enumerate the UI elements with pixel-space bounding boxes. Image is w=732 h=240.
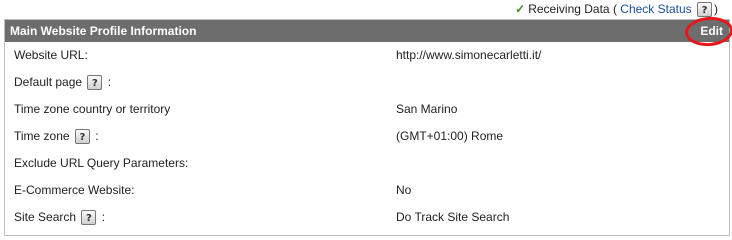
help-icon[interactable]: ?	[74, 129, 90, 145]
help-icon[interactable]: ?	[81, 210, 97, 226]
row-time-zone-country: Time zone country or territory San Marin…	[5, 96, 729, 123]
receiving-data-text: Receiving Data	[528, 2, 610, 16]
panel-header: Main Website Profile Information Edit	[5, 20, 729, 42]
time-zone-country-value: San Marino	[396, 102, 458, 116]
help-icon[interactable]: ?	[697, 2, 712, 18]
ecommerce-label: E-Commerce Website:	[14, 183, 135, 197]
exclude-query-params-label: Exclude URL Query Parameters:	[14, 156, 189, 170]
row-default-page: Default page ? :	[5, 69, 729, 96]
open-paren: (	[612, 2, 617, 16]
row-time-zone: Time zone ? : (GMT+01:00) Rome	[5, 123, 729, 150]
check-status-link[interactable]: Check Status	[620, 2, 691, 16]
website-url-value: http://www.simonecarletti.it/	[396, 48, 542, 62]
panel-title: Main Website Profile Information	[10, 24, 197, 38]
time-zone-country-label: Time zone country or territory	[14, 102, 171, 116]
site-search-colon: :	[101, 210, 106, 224]
site-search-value: Do Track Site Search	[396, 210, 510, 224]
row-exclude-query-params: Exclude URL Query Parameters:	[5, 150, 729, 177]
row-ecommerce: E-Commerce Website: No	[5, 177, 729, 204]
row-website-url: Website URL: http://www.simonecarletti.i…	[5, 42, 729, 69]
row-site-search: Site Search ? : Do Track Site Search	[5, 204, 729, 231]
site-search-label: Site Search	[14, 210, 77, 224]
website-url-label: Website URL:	[14, 48, 88, 62]
default-page-label-group: Default page ? :	[14, 69, 111, 96]
time-zone-label: Time zone	[14, 129, 70, 143]
site-search-label-group: Site Search ? :	[14, 204, 105, 231]
ecommerce-value: No	[396, 183, 412, 197]
default-page-label: Default page	[14, 75, 83, 89]
receiving-data-status: ✓ Receiving Data ( Check Status ?)	[515, 0, 718, 18]
edit-link[interactable]: Edit	[700, 20, 723, 42]
profile-info-panel: Main Website Profile Information Edit We…	[4, 19, 730, 236]
profile-rows: Website URL: http://www.simonecarletti.i…	[5, 42, 729, 231]
default-page-colon: :	[107, 75, 112, 89]
time-zone-label-group: Time zone ? :	[14, 123, 99, 150]
time-zone-value: (GMT+01:00) Rome	[396, 129, 504, 143]
close-paren: )	[714, 2, 718, 16]
checkmark-icon: ✓	[515, 2, 526, 16]
help-icon[interactable]: ?	[87, 75, 103, 91]
time-zone-colon: :	[95, 129, 99, 143]
